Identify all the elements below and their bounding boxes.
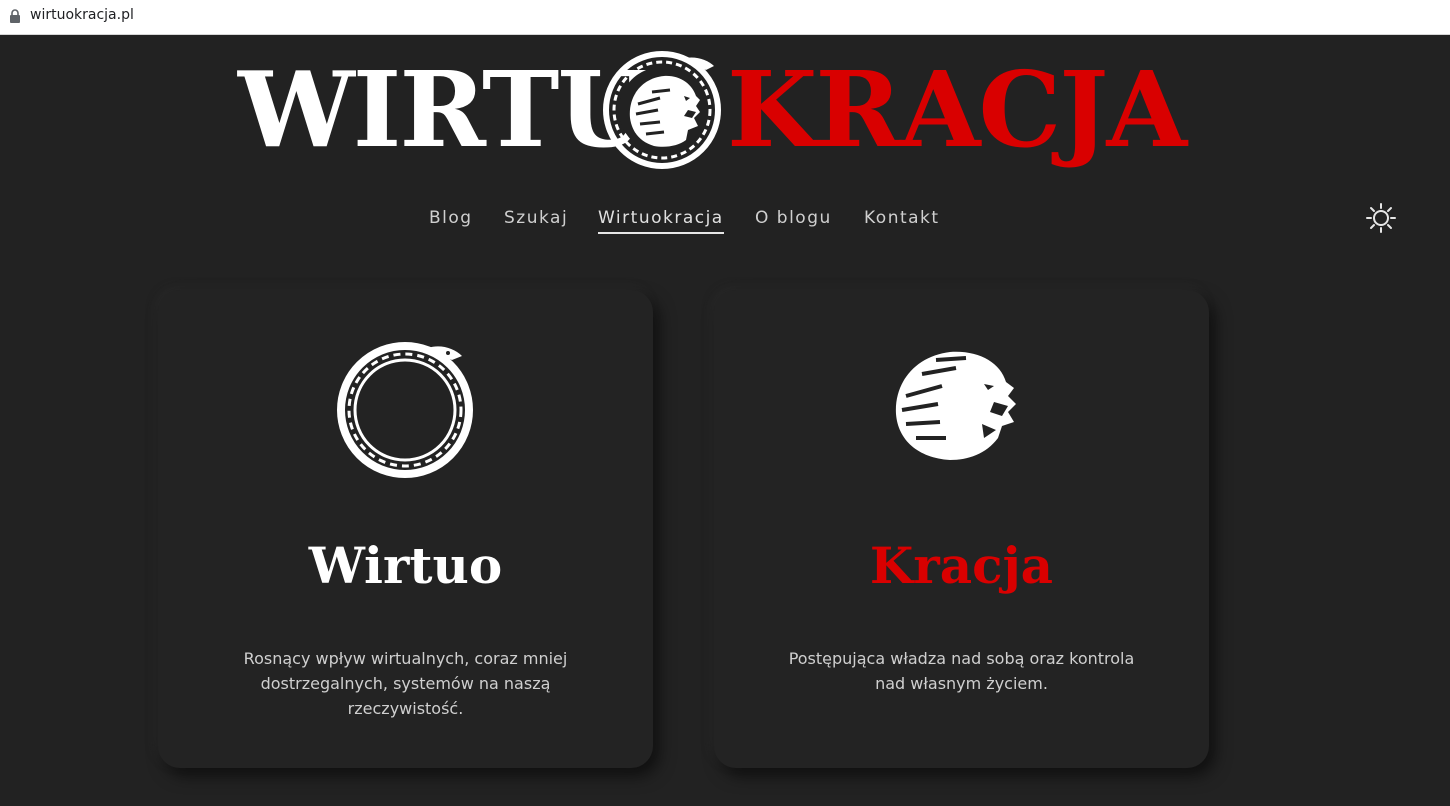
card-wirtuo: Wirtuo Rosnący wpływ wirtualnych, coraz … bbox=[158, 290, 653, 768]
url-text[interactable]: wirtuokracja.pl bbox=[30, 7, 134, 23]
browser-address-bar[interactable]: wirtuokracja.pl bbox=[0, 0, 1450, 35]
nav-item-szukaj[interactable]: Szukaj bbox=[504, 208, 568, 228]
nav-item-wirtuokracja[interactable]: Wirtuokracja bbox=[598, 208, 724, 234]
logo-text-left: WIRTU bbox=[238, 48, 648, 171]
card-description: Rosnący wpływ wirtualnych, coraz mniej d… bbox=[243, 649, 568, 718]
main-navigation: Blog Szukaj Wirtuokracja O blogu Kontakt bbox=[0, 206, 1450, 238]
card-kracja: Kracja Postępująca władza nad sobą oraz … bbox=[714, 290, 1209, 768]
nav-item-kontakt[interactable]: Kontakt bbox=[864, 208, 940, 228]
nav-item-blog[interactable]: Blog bbox=[429, 208, 473, 228]
card-title: Kracja bbox=[869, 536, 1054, 595]
nav-item-o-blogu[interactable]: O blogu bbox=[755, 208, 832, 228]
ouroboros-icon bbox=[337, 342, 473, 478]
site-logo[interactable]: WIRTU KRACJA bbox=[0, 44, 1450, 184]
card-description: Postępująca władza nad sobą oraz kontrol… bbox=[788, 649, 1135, 693]
lion-head-icon bbox=[895, 351, 1016, 460]
card-title: Wirtuo bbox=[308, 536, 503, 595]
ouroboros-lion-emblem-icon bbox=[603, 51, 721, 169]
sun-icon[interactable] bbox=[1365, 202, 1397, 234]
lock-icon bbox=[10, 9, 20, 23]
logo-text-right: KRACJA bbox=[727, 48, 1187, 171]
